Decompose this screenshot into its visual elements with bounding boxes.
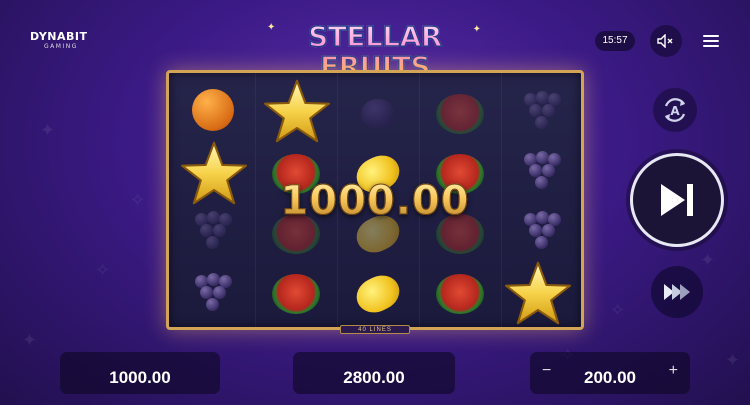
bet-value: 200.00 bbox=[584, 368, 636, 387]
balance-value: 1000.00 bbox=[109, 368, 171, 387]
speaker-muted-icon bbox=[657, 34, 673, 48]
autoplay-icon: A bbox=[664, 98, 686, 122]
win-panel: 2800.00 bbox=[293, 352, 455, 394]
balance-label bbox=[60, 357, 220, 367]
autoplay-button[interactable]: A bbox=[653, 88, 697, 132]
bet-decrease-button[interactable]: − bbox=[542, 362, 551, 380]
clock: 15:57 bbox=[595, 31, 635, 51]
bet-panel: − 200.00 + bbox=[530, 352, 690, 394]
win-label bbox=[293, 357, 455, 367]
svg-text:A: A bbox=[670, 104, 680, 118]
spin-button[interactable] bbox=[630, 153, 724, 247]
bet-label bbox=[530, 357, 690, 367]
sparkle-icon: ✦ bbox=[472, 24, 481, 35]
fast-forward-icon bbox=[664, 284, 690, 300]
grapes-symbol bbox=[182, 265, 244, 323]
bet-increase-button[interactable]: + bbox=[669, 362, 678, 380]
orange-symbol bbox=[182, 81, 244, 139]
sparkle-icon: ✦ bbox=[267, 22, 276, 33]
star-scatter-symbol bbox=[503, 260, 573, 326]
provider-subtitle: GAMING bbox=[44, 43, 78, 50]
play-next-icon bbox=[661, 184, 693, 216]
win-value: 2800.00 bbox=[343, 368, 405, 387]
turbo-button[interactable] bbox=[651, 266, 703, 318]
watermelon-symbol bbox=[265, 265, 327, 323]
hamburger-menu-icon bbox=[703, 35, 719, 47]
lemon-symbol bbox=[347, 265, 409, 323]
grapes-symbol bbox=[511, 83, 573, 141]
watermelon-symbol bbox=[429, 265, 491, 323]
plum-symbol bbox=[347, 85, 409, 143]
menu-button[interactable] bbox=[695, 25, 727, 57]
star-scatter-symbol bbox=[262, 78, 332, 144]
mute-button[interactable] bbox=[650, 25, 682, 57]
lines-label: 40 LINES bbox=[340, 325, 410, 334]
provider-logo: DYNABIT GAMING bbox=[30, 30, 110, 50]
provider-name: DYNABIT bbox=[30, 30, 88, 43]
balance-panel: 1000.00 bbox=[60, 352, 220, 394]
watermelon-symbol bbox=[429, 85, 491, 143]
win-amount-overlay: 1000.00 bbox=[166, 178, 584, 225]
